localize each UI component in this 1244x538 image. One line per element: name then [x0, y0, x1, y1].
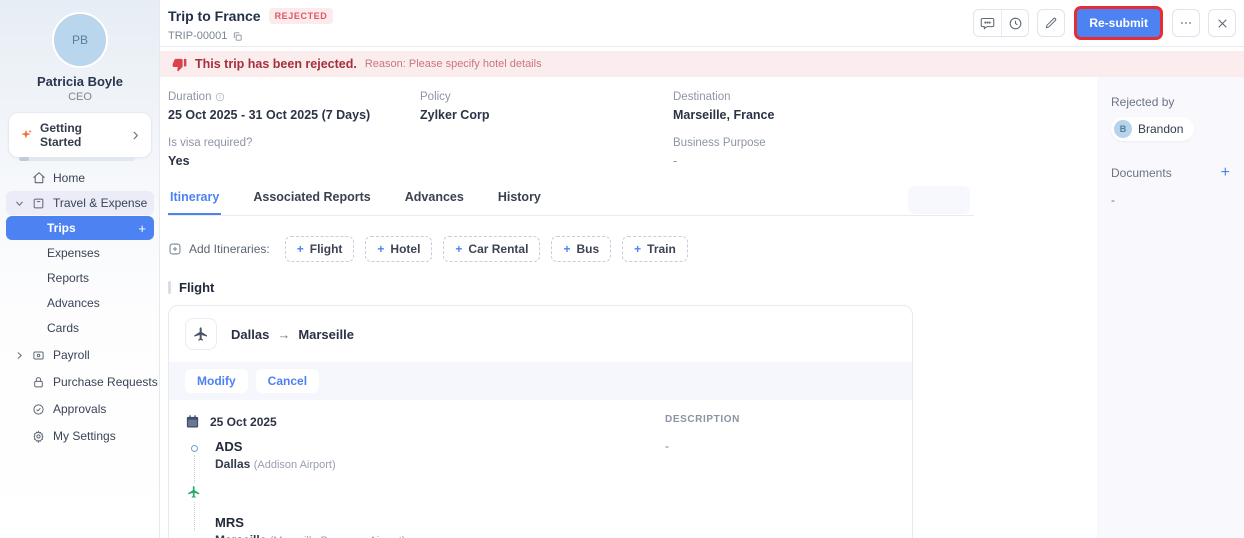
close-button[interactable]	[1208, 9, 1236, 37]
lock-icon	[32, 376, 46, 389]
field-business-purpose: Business Purpose -	[673, 137, 1097, 168]
banner-message: This trip has been rejected.	[195, 57, 357, 71]
more-button[interactable]	[1172, 9, 1200, 37]
history-button[interactable]	[1001, 10, 1028, 36]
flight-card: Dallas → Marseille Modify Cancel 25 Oct …	[168, 305, 913, 538]
plane-route-icon	[187, 483, 201, 501]
getting-started-card[interactable]: Getting Started	[8, 112, 152, 158]
tab-advances[interactable]: Advances	[403, 188, 466, 215]
flight-actions: Modify Cancel	[169, 362, 912, 400]
approver-avatar: B	[1114, 120, 1132, 138]
sidebar-item-trips[interactable]: Trips +	[6, 216, 154, 240]
user-role: CEO	[0, 91, 160, 103]
add-train-button[interactable]: +Train	[622, 236, 688, 262]
calendar-icon	[185, 414, 200, 429]
documents-value: -	[1111, 193, 1230, 207]
sidebar-item-reports[interactable]: Reports	[6, 266, 154, 290]
sidebar-nav: Home Travel & Expense Trips + Expenses R…	[0, 166, 160, 449]
add-hotel-button[interactable]: +Hotel	[365, 236, 432, 262]
add-flight-button[interactable]: +Flight	[285, 236, 355, 262]
plane-icon	[185, 318, 217, 350]
sparkle-icon	[19, 128, 33, 142]
trip-details: Duration 25 Oct 2025 - 31 Oct 2025 (7 Da…	[168, 91, 1097, 168]
user-avatar[interactable]: PB	[52, 12, 108, 68]
chevron-right-icon	[14, 350, 25, 361]
flight-description: DESCRIPTION -	[665, 414, 740, 453]
field-visa: Is visa required? Yes	[168, 137, 420, 168]
add-bus-button[interactable]: +Bus	[551, 236, 611, 262]
sidebar-item-advances[interactable]: Advances	[6, 291, 154, 315]
status-badge: REJECTED	[269, 8, 334, 24]
home-icon	[32, 171, 46, 185]
comments-button[interactable]	[974, 10, 1001, 36]
main-content: Duration 25 Oct 2025 - 31 Oct 2025 (7 Da…	[160, 77, 1097, 538]
add-itineraries-label: Add Itineraries:	[189, 242, 270, 256]
field-policy: Policy Zylker Corp	[420, 91, 673, 122]
destination-stop: MRS Marseille (Marseille Provence Airpor…	[215, 515, 896, 538]
documents-label: Documents	[1111, 166, 1172, 180]
tab-itinerary[interactable]: Itinerary	[168, 188, 221, 215]
header-icon-group	[973, 9, 1029, 37]
topbar: Trip to France REJECTED TRIP-00001 Re-su…	[160, 0, 1244, 47]
sidebar-item-cards[interactable]: Cards	[6, 316, 154, 340]
right-panel: Rejected by B Brandon Documents + -	[1097, 77, 1244, 538]
tab-strip-overflow	[908, 186, 970, 214]
chevron-right-icon	[130, 130, 141, 141]
origin-stop: ADS Dallas (Addison Airport)	[215, 439, 896, 471]
check-circle-icon	[32, 403, 46, 416]
getting-started-label: Getting Started	[40, 121, 123, 149]
sidebar-item-travel-expense[interactable]: Travel & Expense	[6, 191, 154, 215]
edit-button[interactable]	[1037, 9, 1065, 37]
tab-history[interactable]: History	[496, 188, 543, 215]
trip-id: TRIP-00001	[168, 30, 227, 42]
add-document-button[interactable]: +	[1221, 165, 1230, 181]
banner-reason: Reason: Please specify hotel details	[365, 58, 542, 70]
origin-dot	[191, 445, 198, 452]
gear-icon	[32, 430, 46, 443]
cancel-button[interactable]: Cancel	[256, 369, 319, 393]
tab-bar: Itinerary Associated Reports Advances Hi…	[168, 188, 974, 216]
resubmit-button[interactable]: Re-submit	[1077, 9, 1160, 37]
travel-expense-icon	[32, 197, 46, 210]
sidebar-item-approvals[interactable]: Approvals	[6, 397, 154, 421]
rejection-banner: This trip has been rejected. Reason: Ple…	[160, 51, 1244, 77]
page-title: Trip to France	[168, 8, 261, 24]
modify-button[interactable]: Modify	[185, 369, 248, 393]
add-car-rental-button[interactable]: +Car Rental	[443, 236, 540, 262]
copy-icon[interactable]	[232, 31, 243, 42]
sidebar-item-expenses[interactable]: Expenses	[6, 241, 154, 265]
approver-chip[interactable]: B Brandon	[1111, 117, 1194, 141]
chevron-down-icon	[14, 198, 25, 209]
add-itineraries-row: Add Itineraries: +Flight +Hotel +Car Ren…	[168, 236, 1097, 262]
sidebar-item-my-settings[interactable]: My Settings	[6, 424, 154, 448]
field-duration: Duration 25 Oct 2025 - 31 Oct 2025 (7 Da…	[168, 91, 420, 122]
rejected-by-label: Rejected by	[1111, 95, 1230, 109]
flight-section-heading: Flight	[168, 280, 1097, 295]
user-name: Patricia Boyle	[0, 74, 160, 89]
add-trip-plus-icon[interactable]: +	[138, 221, 146, 236]
tab-associated-reports[interactable]: Associated Reports	[251, 188, 372, 215]
sidebar-item-payroll[interactable]: Payroll	[6, 343, 154, 367]
sidebar-item-home[interactable]: Home	[6, 166, 154, 190]
field-destination: Destination Marseille, France	[673, 91, 1097, 122]
info-icon	[215, 92, 225, 102]
flight-route: Dallas → Marseille	[231, 327, 354, 342]
flight-timeline: ADS Dallas (Addison Airport) MRS Marseil…	[185, 439, 896, 538]
payroll-icon	[32, 349, 46, 362]
sidebar-item-purchase-requests[interactable]: Purchase Requests	[6, 370, 154, 394]
sidebar: PB Patricia Boyle CEO Getting Started Ho…	[0, 0, 160, 538]
thumbs-down-icon	[172, 57, 187, 72]
arrow-right-icon: →	[277, 327, 290, 342]
flight-date: 25 Oct 2025	[210, 415, 277, 429]
getting-started-progress	[19, 157, 135, 161]
add-itinerary-icon	[168, 242, 182, 256]
approver-name: Brandon	[1138, 122, 1183, 136]
